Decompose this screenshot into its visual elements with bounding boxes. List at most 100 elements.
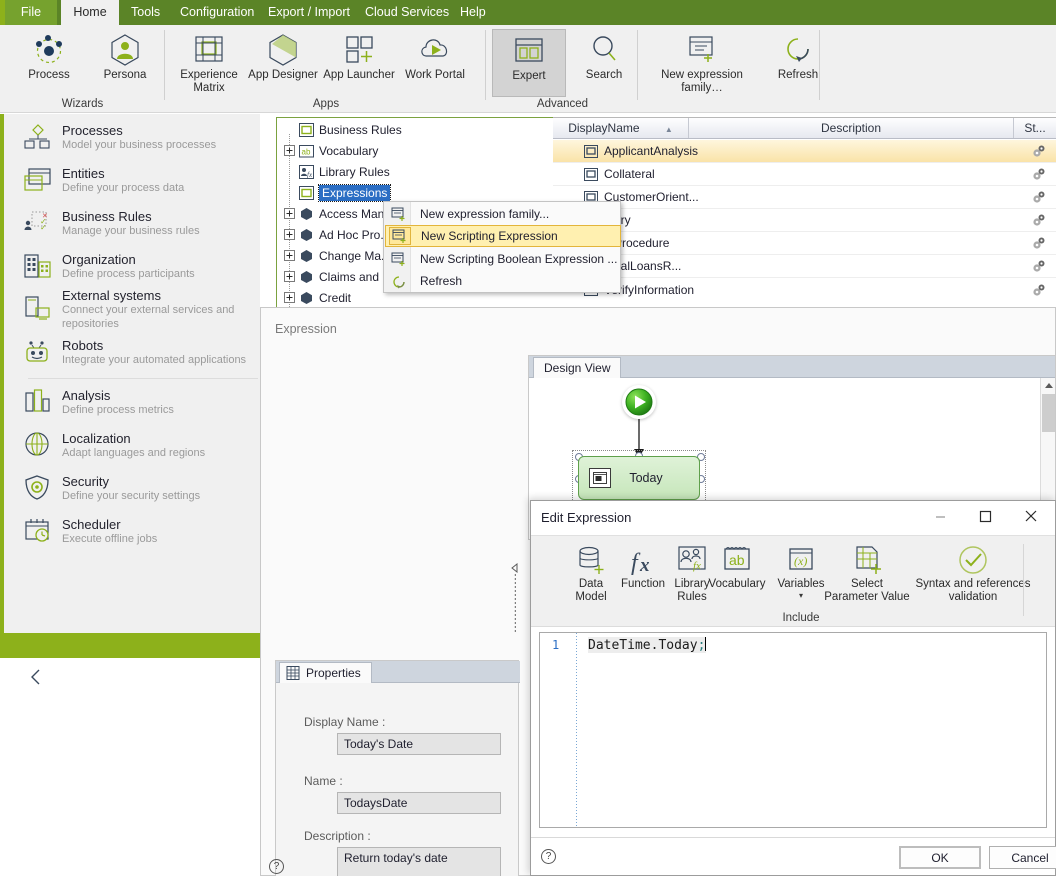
- ribbon-tab-home[interactable]: Home: [61, 0, 119, 25]
- name-label: Name :: [304, 774, 343, 788]
- ribbon-group-apps: Experience Matrix App Designer App Launc…: [166, 25, 486, 113]
- grid-column-description[interactable]: Description: [689, 118, 1014, 138]
- ribbon-button-experience-matrix[interactable]: Experience Matrix: [172, 29, 246, 97]
- ribbon-button-expert[interactable]: Expert: [492, 29, 566, 97]
- maximize-button[interactable]: [963, 501, 1008, 531]
- grid-column-status[interactable]: St...: [1014, 118, 1056, 138]
- ribbon-button-work-portal[interactable]: Work Portal: [398, 29, 472, 97]
- grid-column-displayname[interactable]: DisplayName ▲: [553, 118, 689, 138]
- display-name-input[interactable]: Today's Date: [337, 733, 501, 755]
- sidebar-item-entities-title: Entities: [62, 165, 105, 181]
- minimize-button[interactable]: [918, 501, 963, 531]
- context-menu-item-refresh[interactable]: Refresh: [385, 270, 621, 292]
- sidebar-item-localization[interactable]: Localization Adapt languages and regions: [18, 425, 262, 465]
- sidebar-item-business-rules[interactable]: ✕ ✓ ✓ Business Rules Manage your busines…: [18, 203, 262, 243]
- sidebar-item-security[interactable]: Security Define your security settings: [18, 468, 262, 508]
- sidebar-item-analysis[interactable]: Analysis Define process metrics: [18, 382, 262, 422]
- expander-plus-icon[interactable]: [283, 207, 296, 220]
- description-textarea[interactable]: Return today's date: [337, 847, 501, 876]
- ribbon-tab-help[interactable]: Help: [448, 0, 498, 25]
- ribbon-button-app-designer[interactable]: App Designer: [246, 29, 320, 97]
- tab-design-view-label: Design View: [544, 361, 611, 375]
- table-row[interactable]: ApplicantAnalysis: [553, 140, 1056, 163]
- expression-icon: [583, 167, 599, 181]
- sidebar-item-organization[interactable]: Organization Define process participants: [18, 246, 262, 286]
- ribbon-tab-file[interactable]: File: [5, 0, 57, 25]
- display-name-label: Display Name :: [304, 715, 386, 729]
- ok-button[interactable]: OK: [899, 846, 981, 869]
- start-node[interactable]: [622, 385, 656, 419]
- sidebar-collapse-button[interactable]: [26, 667, 46, 687]
- maximize-icon: [979, 510, 992, 522]
- expander-plus-icon[interactable]: [283, 144, 296, 157]
- tree-node-vocabulary[interactable]: ab Vocabulary: [277, 140, 555, 161]
- dialog-help-button[interactable]: ?: [541, 849, 556, 864]
- sidebar-item-localization-title: Localization: [62, 430, 131, 446]
- svg-text:ab: ab: [729, 552, 745, 568]
- ribbon-group-separator: [637, 30, 638, 100]
- tree-node-business-rules[interactable]: Business Rules: [277, 119, 555, 140]
- expander-plus-icon[interactable]: [283, 270, 296, 283]
- sidebar-divider: [28, 378, 258, 379]
- code-line[interactable]: DateTime.Today;: [588, 637, 707, 653]
- expander-plus-icon[interactable]: [283, 249, 296, 262]
- code-token-punct: ;: [697, 638, 706, 653]
- table-row[interactable]: ...ery: [553, 209, 1056, 232]
- ribbon-tab-export-import[interactable]: Export / Import: [256, 0, 362, 25]
- ribbon-button-persona[interactable]: Persona: [88, 29, 162, 97]
- context-menu-item-new-scripting-expression[interactable]: New Scripting Expression: [385, 225, 621, 247]
- grid-header: DisplayName ▲ Description St...: [553, 118, 1056, 139]
- ribbon-button-refresh[interactable]: Refresh: [761, 29, 835, 97]
- sidebar-item-entities[interactable]: Entities Define your process data: [18, 160, 262, 200]
- table-row[interactable]: Collateral: [553, 163, 1056, 186]
- sidebar-item-processes[interactable]: Processes Model your business processes: [18, 117, 262, 157]
- code-editor[interactable]: 1 DateTime.Today;: [539, 632, 1047, 828]
- ribbon-button-app-launcher[interactable]: App Launcher: [322, 29, 396, 97]
- ribbon-tab-cloud-services[interactable]: Cloud Services: [353, 0, 461, 25]
- sidebar-item-business-rules-subtitle: Manage your business rules: [62, 224, 200, 237]
- ribbon-tab-tools[interactable]: Tools: [119, 0, 172, 25]
- sidebar-item-external-systems[interactable]: External systems Connect your external s…: [18, 288, 262, 330]
- ribbon-button-new-expression-family[interactable]: New expression family…: [643, 29, 761, 97]
- tab-properties[interactable]: Properties: [279, 662, 372, 683]
- table-row[interactable]: ...Procedure: [553, 232, 1056, 255]
- name-input[interactable]: TodaysDate: [337, 792, 501, 814]
- ribbon-tab-configuration[interactable]: Configuration: [168, 0, 266, 25]
- expander-plus-icon[interactable]: [283, 228, 296, 241]
- dialog-title-bar[interactable]: Edit Expression: [531, 501, 1055, 535]
- context-menu-item-new-expression-family[interactable]: New expression family...: [385, 203, 621, 225]
- ribbon-button-expert-label: Expert: [512, 70, 546, 82]
- table-row[interactable]: CustomerOrient...: [553, 186, 1056, 209]
- cancel-button[interactable]: Cancel: [989, 846, 1056, 869]
- scrollbar-thumb[interactable]: [1042, 394, 1055, 432]
- external-systems-icon: [18, 292, 58, 326]
- chevron-down-icon[interactable]: ▾: [799, 591, 803, 600]
- task-node-today[interactable]: Today: [578, 456, 700, 500]
- variables-icon: (x): [784, 540, 818, 578]
- sidebar-item-robots[interactable]: Robots Integrate your automated applicat…: [18, 332, 262, 372]
- panel-splitter[interactable]: [509, 508, 521, 688]
- close-button[interactable]: [1008, 501, 1053, 531]
- help-button[interactable]: ?: [269, 859, 284, 874]
- window-icon: [298, 122, 315, 138]
- context-menu-item-new-scripting-boolean-expression[interactable]: New Scripting Boolean Expression ...: [385, 248, 621, 270]
- table-cell-name: Collateral: [604, 167, 655, 181]
- ribbon-button-search[interactable]: Search: [567, 29, 641, 97]
- sidebar-item-scheduler[interactable]: Scheduler Execute offline jobs: [18, 511, 262, 551]
- expander-plus-icon[interactable]: [283, 291, 296, 304]
- scroll-up-arrow-icon[interactable]: [1041, 378, 1055, 393]
- toolbar-button-vocabulary-label: Vocabulary: [708, 578, 766, 590]
- organization-icon: [18, 249, 58, 283]
- table-row[interactable]: VerifyInformation: [553, 278, 1056, 301]
- tab-design-view[interactable]: Design View: [533, 357, 622, 378]
- ribbon-button-app-designer-label: App Designer: [248, 69, 318, 81]
- ribbon-button-process[interactable]: Process: [12, 29, 86, 97]
- table-row[interactable]: ...nalLoansR...: [553, 255, 1056, 278]
- toolbar-button-vocabulary[interactable]: ab Vocabulary: [701, 540, 773, 591]
- ribbon-group-wizards-label: Wizards: [61, 98, 104, 110]
- toolbar-button-variables-label: Variables: [777, 578, 825, 590]
- toolbar-button-select-parameter-value[interactable]: Select Parameter Value: [823, 540, 911, 604]
- toolbar-button-syntax-validation[interactable]: Syntax and references validation: [913, 540, 1033, 604]
- tree-node-library-rules[interactable]: fx Library Rules: [277, 161, 555, 182]
- tree-node-expressions[interactable]: Expressions: [277, 182, 555, 203]
